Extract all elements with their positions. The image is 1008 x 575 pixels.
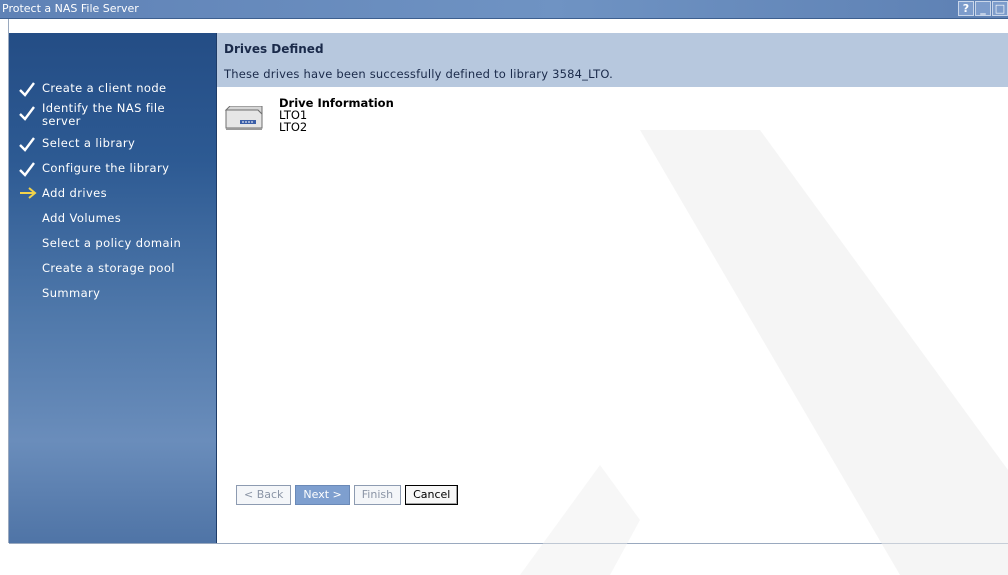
checkmark-icon	[19, 162, 37, 182]
window-controls: ? _ □	[957, 1, 1008, 17]
content-header: Drives Defined These drives have been su…	[217, 33, 1008, 87]
wizard-steps-sidebar: Create a client node Identify the NAS fi…	[9, 33, 217, 543]
next-button[interactable]: Next >	[295, 485, 350, 505]
arrow-right-icon	[19, 186, 37, 206]
tape-drive-icon	[222, 105, 268, 134]
step-label: Select a policy domain	[42, 236, 182, 250]
finish-button[interactable]: Finish	[353, 485, 402, 505]
footer-divider	[9, 543, 1008, 544]
title-bar[interactable]: Protect a NAS File Server ? _ □	[0, 0, 1008, 19]
step-create-storage-pool: Create a storage pool	[9, 262, 216, 275]
drive-information: Drive Information LTO1 LTO2	[279, 97, 394, 133]
step-add-drives: Add drives	[9, 187, 216, 200]
step-label: Create a client node	[42, 81, 167, 95]
step-label-line2: server	[42, 114, 81, 128]
step-create-client-node: Create a client node	[9, 81, 216, 97]
step-label: Create a storage pool	[42, 261, 175, 275]
step-label: Summary	[42, 286, 101, 300]
checkmark-icon	[19, 137, 37, 157]
step-select-library: Select a library	[9, 136, 216, 152]
step-select-policy-domain: Select a policy domain	[9, 237, 216, 250]
wizard-buttons: < Back Next > Finish Cancel	[236, 485, 462, 507]
step-label: Configure the library	[42, 161, 170, 175]
cancel-button[interactable]: Cancel	[405, 485, 459, 505]
step-configure-library: Configure the library	[9, 161, 216, 177]
steps-list: Create a client node Identify the NAS fi…	[9, 82, 216, 312]
wizard-window: Protect a NAS File Server ? _ □ Create a c…	[0, 0, 1008, 575]
maximize-button[interactable]: □	[992, 1, 1008, 16]
page-title: Drives Defined	[224, 42, 324, 56]
window-title: Protect a NAS File Server	[2, 2, 139, 15]
minimize-button[interactable]: _	[975, 1, 991, 16]
drive-item-lto2: LTO2	[279, 120, 308, 134]
step-identify-nas-server: Identify the NAS file server	[9, 102, 216, 128]
step-add-volumes: Add Volumes	[9, 212, 216, 225]
page-description: These drives have been successfully defi…	[224, 67, 613, 81]
checkmark-icon	[19, 106, 37, 126]
help-button[interactable]: ?	[958, 1, 974, 16]
checkmark-icon	[19, 82, 37, 102]
back-button[interactable]: < Back	[236, 485, 292, 505]
step-label: Add drives	[42, 186, 108, 200]
step-summary: Summary	[9, 287, 216, 300]
step-label: Add Volumes	[42, 211, 122, 225]
step-label: Select a library	[42, 136, 136, 150]
step-label-line1: Identify the NAS file	[42, 101, 165, 115]
